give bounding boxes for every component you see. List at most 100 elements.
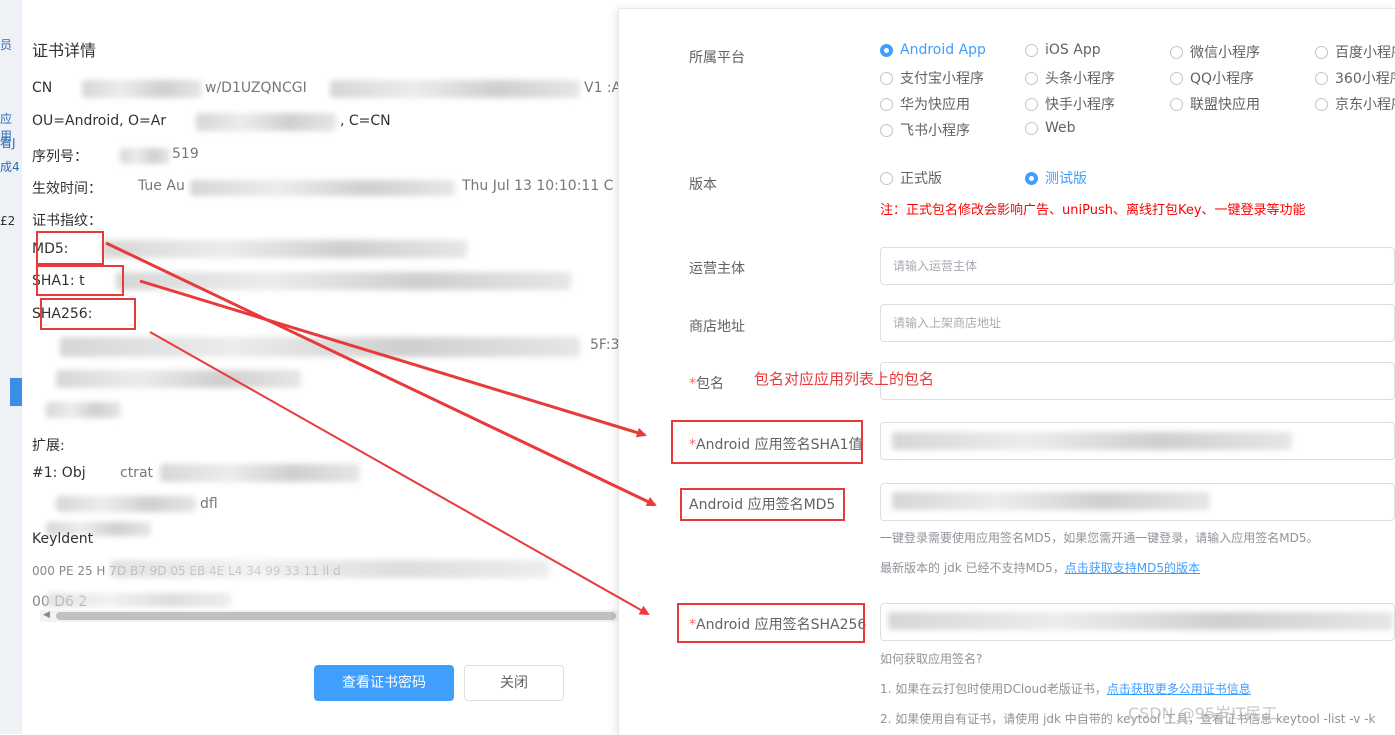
step1-note: 1. 如果在云打包时使用DCloud老版证书，点击获取更多公用证书信息: [880, 680, 1251, 697]
platform-option[interactable]: iOS App: [1025, 42, 1101, 58]
platform-option[interactable]: QQ小程序: [1170, 68, 1254, 88]
radio-checked-icon: [880, 43, 893, 57]
radio-icon: [1315, 45, 1328, 59]
serial-tail: 519: [172, 146, 199, 162]
scroll-left-icon[interactable]: ◀: [43, 610, 50, 620]
radio-label: 快手小程序: [1045, 97, 1115, 113]
platform-option[interactable]: 支付宝小程序: [880, 68, 984, 88]
radio-icon: [1025, 97, 1038, 111]
close-button[interactable]: 关闭: [464, 665, 564, 701]
valid-from: Tue Au: [138, 178, 185, 194]
sha1-highlight-box: [36, 265, 124, 296]
serial-label: 序列号：: [32, 149, 88, 165]
watermark: CSDN @95岁IT民工: [1128, 704, 1278, 723]
fingerprint-label: 证书指纹：: [32, 213, 102, 229]
view-password-button[interactable]: 查看证书密码: [314, 665, 454, 701]
sha256-tail: 5F:3: [590, 337, 620, 353]
store-input[interactable]: 请输入上架商店地址: [880, 304, 1395, 342]
radio-checked-icon: [1025, 171, 1038, 185]
jdk-note: 最新版本的 jdk 已经不支持MD5，点击获取支持MD5的版本: [880, 559, 1200, 576]
version-option-test[interactable]: 测试版: [1025, 168, 1087, 188]
platform-option[interactable]: 360小程序: [1315, 68, 1395, 88]
redacted-area: [190, 180, 455, 196]
operator-label: 运营主体: [689, 261, 745, 277]
ou-text: OU=Android, O=Ar: [32, 113, 167, 129]
redacted-area: [888, 612, 1393, 630]
md5-hint: 一键登录需要使用应用签名MD5，如果您需开通一键登录，请输入应用签名MD5。: [880, 531, 1319, 545]
radio-label: Web: [1045, 120, 1076, 136]
radio-icon: [1025, 43, 1038, 57]
radio-icon: [1170, 45, 1183, 59]
package-change-warning: 注：正式包名修改会影响广告、uniPush、离线打包Key、一键登录等功能: [880, 203, 1306, 218]
jdk-note-text: 最新版本的 jdk 已经不支持MD5，: [880, 561, 1065, 575]
bg-fragment: £2: [0, 214, 16, 228]
platform-label: 所属平台: [689, 50, 745, 66]
ext-line2: dfl: [200, 496, 218, 512]
how-to-get-signature: 如何获取应用签名?: [880, 652, 983, 666]
package-input[interactable]: [880, 362, 1395, 400]
redacted-area: [46, 593, 231, 607]
package-label: *包名: [689, 373, 724, 393]
platform-option[interactable]: Web: [1025, 120, 1076, 136]
radio-label: 支付宝小程序: [900, 71, 984, 87]
platform-option[interactable]: 头条小程序: [1025, 68, 1115, 88]
step1-text: 1. 如果在云打包时使用DCloud老版证书，: [880, 682, 1107, 696]
redacted-area: [892, 432, 1292, 450]
redacted-area: [82, 80, 202, 98]
platform-option[interactable]: 京东小程序: [1315, 94, 1395, 114]
radio-icon: [1315, 71, 1328, 85]
redacted-area: [46, 402, 121, 418]
redacted-area: [56, 370, 301, 388]
ou-tail: , C=CN: [340, 113, 391, 129]
bg-block: [10, 378, 22, 406]
redacted-area: [330, 80, 580, 98]
radio-label: 联盟快应用: [1190, 97, 1260, 113]
radio-label: 华为快应用: [900, 97, 970, 113]
cert-line-ou: OU=Android, O=Ar: [32, 113, 166, 129]
radio-label: 百度小程序: [1335, 45, 1395, 61]
ext-label: 扩展:: [32, 438, 65, 454]
cert-dialog: [22, 0, 622, 734]
radio-label: 正式版: [900, 171, 942, 187]
radio-icon: [1170, 71, 1183, 85]
radio-icon: [1025, 71, 1038, 85]
redacted-area: [160, 464, 360, 482]
redacted-area: [102, 240, 467, 258]
radio-label: 微信小程序: [1190, 45, 1260, 61]
bg-fragment: 成4: [0, 160, 20, 174]
redacted-area: [56, 496, 196, 512]
ext1-tail: ctrat: [120, 465, 154, 481]
md5-version-link[interactable]: 点击获取支持MD5的版本: [1065, 561, 1200, 575]
cert-line-cn: CN: [32, 80, 52, 96]
public-cert-link[interactable]: 点击获取更多公用证书信息: [1107, 682, 1251, 696]
platform-option[interactable]: 快手小程序: [1025, 94, 1115, 114]
redacted-area: [60, 337, 580, 357]
radio-icon: [1315, 97, 1328, 111]
platform-option[interactable]: 百度小程序: [1315, 42, 1395, 62]
scrollbar-thumb[interactable]: [56, 612, 616, 620]
required-mark: *: [689, 376, 696, 392]
platform-option[interactable]: 微信小程序: [1170, 42, 1260, 62]
platform-option[interactable]: 飞书小程序: [880, 120, 970, 140]
version-option-release[interactable]: 正式版: [880, 168, 942, 188]
valid-label: 生效时间：: [32, 181, 102, 197]
platform-option[interactable]: 华为快应用: [880, 94, 970, 114]
operator-input[interactable]: 请输入运营主体: [880, 247, 1395, 285]
valid-to: Thu Jul 13 10:10:11 C: [462, 178, 614, 194]
radio-label: QQ小程序: [1190, 71, 1255, 87]
platform-option[interactable]: 联盟快应用: [1170, 94, 1260, 114]
bg-fragment: 员: [0, 38, 13, 52]
redacted-area: [120, 148, 170, 164]
horizontal-scrollbar[interactable]: ◀: [40, 610, 618, 622]
platform-option[interactable]: Android App: [880, 42, 986, 58]
radio-icon: [1170, 97, 1183, 111]
store-label: 商店地址: [689, 319, 745, 335]
sha1-target-box: [671, 420, 863, 464]
radio-icon: [880, 171, 893, 185]
sha256-target-box: [677, 603, 865, 643]
radio-label: 头条小程序: [1045, 71, 1115, 87]
redacted-area: [110, 560, 550, 578]
radio-label: 360小程序: [1335, 71, 1395, 87]
radio-label: 飞书小程序: [900, 123, 970, 139]
md5-target-box: [680, 488, 845, 521]
